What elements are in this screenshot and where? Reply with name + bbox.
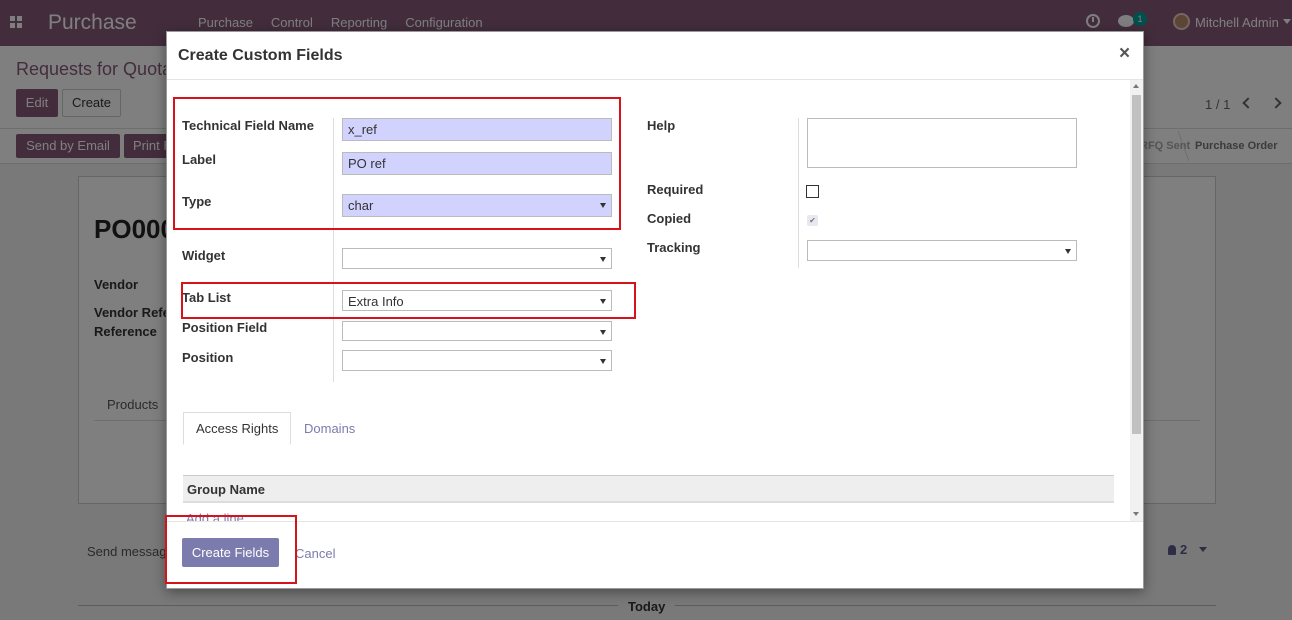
scroll-up-arrow-icon[interactable] [1133, 84, 1139, 88]
dialog-footer: Create Fields Cancel [167, 521, 1143, 589]
position-field-label: Position Field [182, 320, 268, 335]
widget-dropdown-icon [600, 257, 606, 262]
tab-access-rights[interactable]: Access Rights [183, 412, 292, 445]
required-label: Required [647, 182, 704, 197]
highlight-box-tab-list [181, 282, 636, 319]
help-label: Help [647, 118, 676, 133]
position-label: Position [182, 350, 234, 365]
dialog-scrollbar[interactable] [1130, 80, 1143, 521]
copied-checkbox: ✔ [807, 215, 818, 226]
help-textarea[interactable] [807, 118, 1077, 168]
cancel-button[interactable]: Cancel [295, 546, 335, 561]
tracking-label: Tracking [647, 240, 701, 255]
required-checkbox[interactable] [806, 185, 819, 198]
widget-select[interactable] [342, 248, 612, 269]
access-rights-grid-header: Group Name [183, 475, 1114, 503]
position-dropdown-icon [600, 359, 606, 364]
position-field-select[interactable] [342, 321, 612, 341]
widget-label: Widget [182, 248, 226, 263]
dialog-body: Technical Field Name x_ref Label PO ref … [167, 80, 1143, 521]
group-name-column[interactable]: Group Name [187, 482, 265, 497]
tracking-dropdown-icon [1065, 249, 1071, 254]
scroll-down-arrow-icon[interactable] [1133, 512, 1139, 516]
tab-domains[interactable]: Domains [304, 421, 355, 436]
scroll-thumb[interactable] [1132, 95, 1141, 434]
position-field-dropdown-icon [600, 330, 606, 335]
create-custom-fields-dialog: Create Custom Fields × Technical Field N… [165, 31, 1144, 589]
close-icon[interactable]: × [1119, 43, 1130, 65]
copied-label: Copied [647, 211, 692, 226]
dialog-title: Create Custom Fields [178, 47, 343, 64]
position-select[interactable] [342, 350, 612, 371]
highlight-box-required-fields [173, 97, 621, 230]
highlight-box-create-button [165, 515, 297, 584]
tracking-select[interactable] [807, 240, 1077, 261]
right-group-separator [798, 118, 799, 268]
dialog-header: Create Custom Fields × [167, 32, 1143, 80]
